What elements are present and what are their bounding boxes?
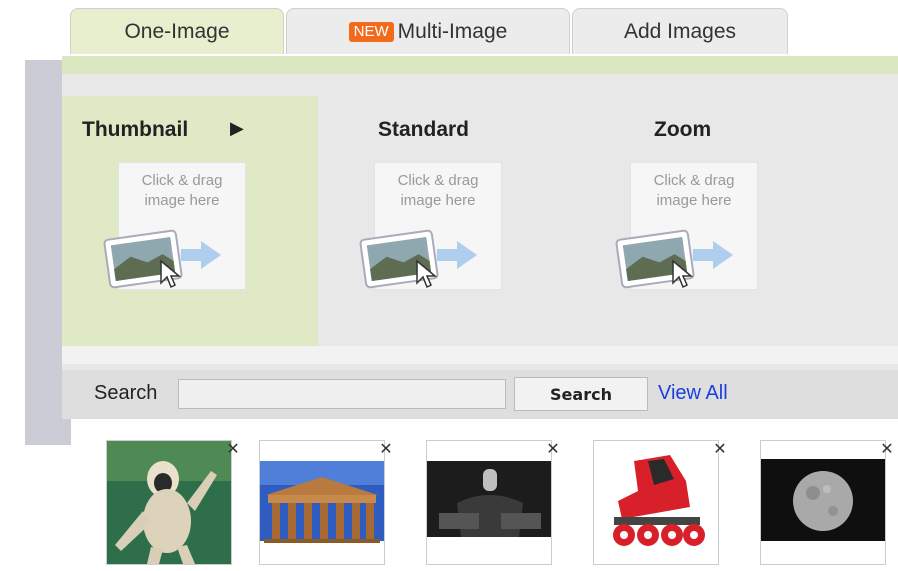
- drop-zone-thumbnail[interactable]: Click & drag image here: [103, 162, 246, 290]
- thumbnail-item[interactable]: ✕: [426, 440, 561, 570]
- play-arrow-icon: ▶: [230, 118, 244, 138]
- inline-skate-image: [594, 441, 718, 564]
- slot-standard[interactable]: Standard Click & drag image here: [318, 96, 574, 346]
- thumbnail-item[interactable]: ✕: [259, 440, 394, 570]
- tab-bar: One-Image NEW Multi-Image Add Images: [70, 8, 788, 56]
- thumbnail-strip: ✕ ✕ ✕ ✕ ✕: [93, 440, 898, 571]
- slot-label: Thumbnail: [82, 118, 189, 141]
- gibbon-image: [107, 441, 231, 564]
- greek-temple-thumbnail[interactable]: [259, 440, 385, 565]
- drag-image-icon: [615, 229, 733, 289]
- moon-image: [761, 441, 885, 564]
- gear-shift-image: [427, 441, 551, 564]
- close-icon[interactable]: ✕: [225, 442, 241, 458]
- new-badge: NEW: [348, 21, 394, 42]
- tab-label: Add Images: [623, 19, 737, 43]
- slot-thumbnail[interactable]: Thumbnail ▶ Click & drag image here: [62, 96, 318, 346]
- thumbnail-item[interactable]: ✕: [106, 440, 241, 570]
- search-button[interactable]: Search: [514, 377, 648, 411]
- tab-multi-image[interactable]: NEW Multi-Image: [286, 8, 570, 54]
- gear-shift-thumbnail[interactable]: [426, 440, 552, 565]
- tab-label: Multi-Image: [397, 19, 508, 43]
- close-icon[interactable]: ✕: [879, 442, 895, 458]
- slot-label: Standard: [378, 118, 470, 141]
- search-label: Search: [94, 382, 158, 404]
- tab-label: One-Image: [124, 19, 230, 43]
- tab-one-image[interactable]: One-Image: [70, 8, 284, 54]
- slot-zoom[interactable]: Zoom Click & drag image here: [574, 96, 830, 346]
- image-slots-panel: Thumbnail ▶ Click & drag image here Stan…: [62, 74, 898, 419]
- search-bar: Search Search View All: [62, 370, 898, 419]
- close-icon[interactable]: ✕: [378, 442, 394, 458]
- thumbnail-item[interactable]: ✕: [593, 440, 728, 570]
- drop-zone-zoom[interactable]: Click & drag image here: [615, 162, 758, 290]
- temple-image: [260, 441, 384, 564]
- panel-divider: [62, 346, 898, 364]
- thumbnail-item[interactable]: ✕: [760, 440, 895, 570]
- drop-hint: Click & drag image here: [141, 172, 223, 209]
- drop-hint: Click & drag image here: [397, 172, 479, 209]
- drop-zone-standard[interactable]: Click & drag image here: [359, 162, 502, 290]
- tab-add-images[interactable]: Add Images: [572, 8, 788, 54]
- gibbon-thumbnail[interactable]: [106, 440, 232, 565]
- view-all-link[interactable]: View All: [658, 382, 728, 405]
- inline-skate-thumbnail[interactable]: [593, 440, 719, 565]
- close-icon[interactable]: ✕: [712, 442, 728, 458]
- drag-image-icon: [103, 229, 221, 289]
- drop-hint: Click & drag image here: [653, 172, 735, 209]
- drag-image-icon: [359, 229, 477, 289]
- moon-thumbnail[interactable]: [760, 440, 886, 565]
- search-input[interactable]: [178, 379, 506, 409]
- tab-strip: [62, 56, 898, 74]
- slot-label: Zoom: [654, 118, 712, 141]
- close-icon[interactable]: ✕: [545, 442, 561, 458]
